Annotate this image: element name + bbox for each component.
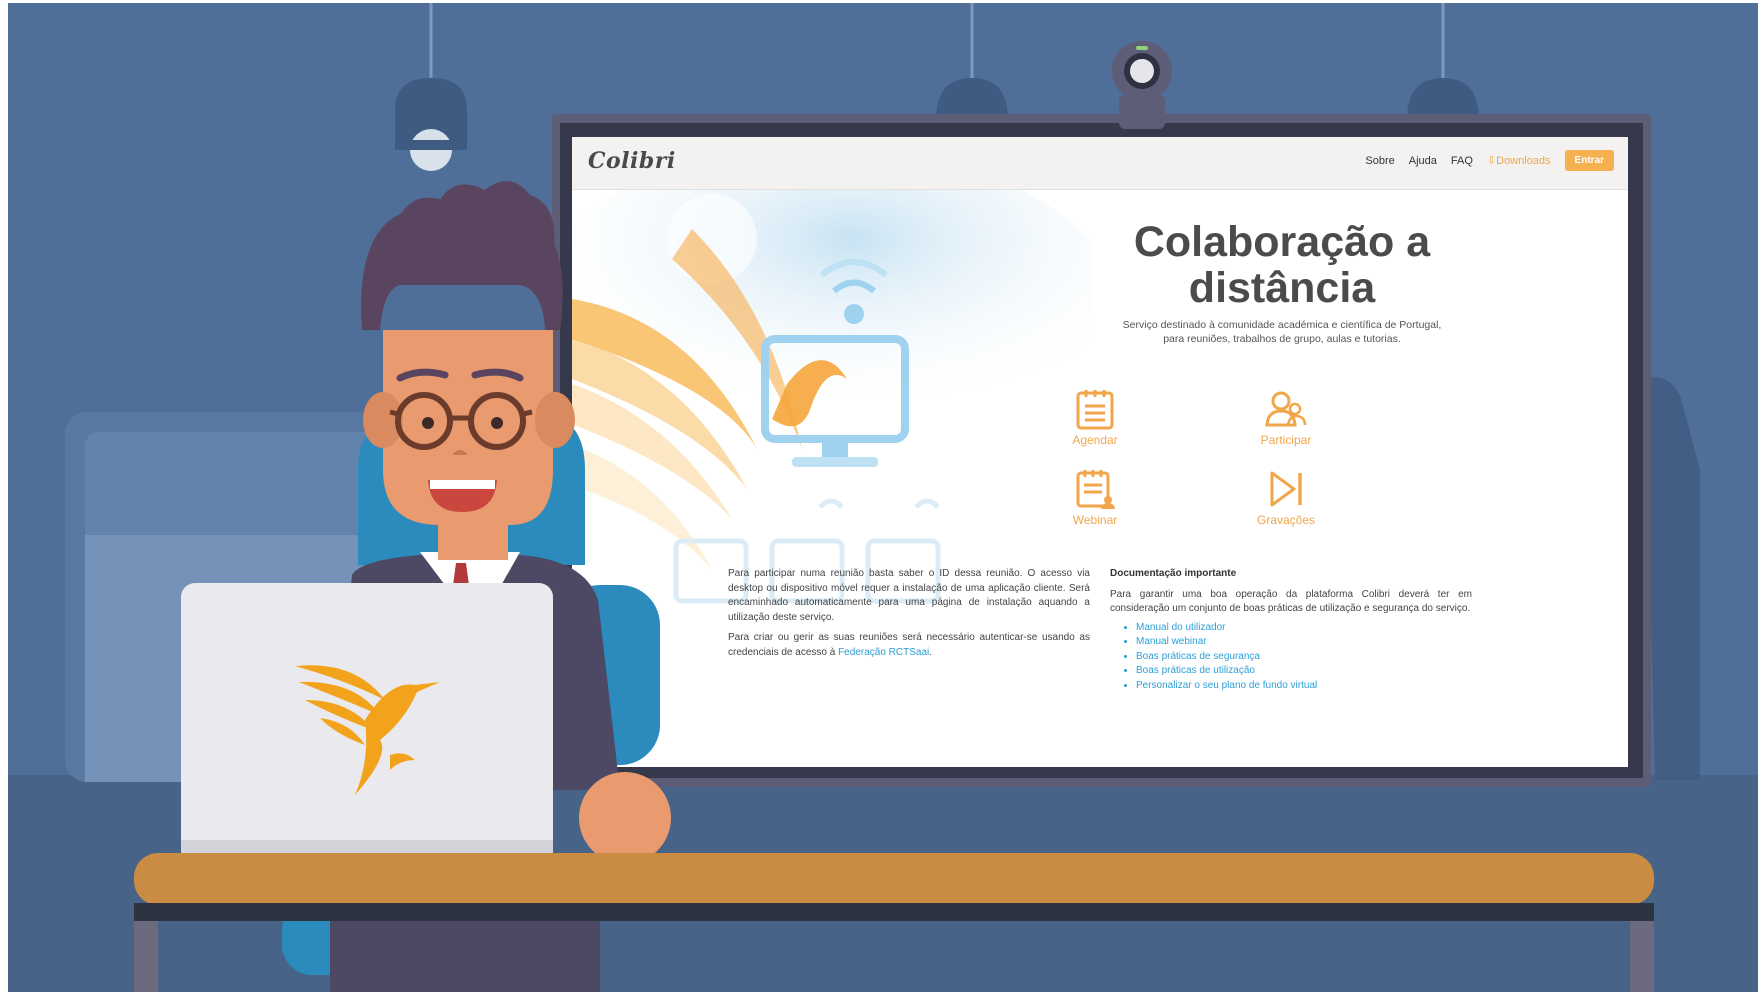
site-header: Colibri Sobre Ajuda FAQ ⇩Downloads Entra… bbox=[572, 137, 1628, 190]
calendar-icon bbox=[1076, 390, 1114, 430]
hero-title: Colaboração a distância bbox=[1112, 219, 1452, 311]
hero-title-line1: Colaboração a bbox=[1133, 218, 1431, 266]
website-screen: Colibri Sobre Ajuda FAQ ⇩Downloads Entra… bbox=[572, 137, 1628, 767]
floor bbox=[8, 775, 1758, 992]
site-nav: Sobre Ajuda FAQ ⇩Downloads Entrar bbox=[1365, 150, 1614, 171]
nav-link-sobre[interactable]: Sobre bbox=[1365, 155, 1394, 167]
doc-link-text[interactable]: Personalizar o seu plano de fundo virtua… bbox=[1136, 680, 1317, 691]
doc-link-boas-praticas-utilizacao[interactable]: Boas práticas de utilização bbox=[1136, 664, 1472, 679]
doc-link-text[interactable]: Manual do utilizador bbox=[1136, 622, 1226, 633]
doc-link-manual-webinar[interactable]: Manual webinar bbox=[1136, 635, 1472, 650]
hero-title-line2: distância bbox=[1188, 264, 1376, 312]
feature-agendar-label: Agendar bbox=[1072, 433, 1118, 447]
access-paragraph-1: Para participar numa reunião basta saber… bbox=[728, 568, 1090, 623]
documentation-section: Documentação importante Para garantir um… bbox=[1110, 567, 1472, 693]
documentation-intro: Para garantir uma boa operação da plataf… bbox=[1110, 588, 1472, 615]
downloads-label: Downloads bbox=[1496, 155, 1551, 167]
download-icon: ⇩ bbox=[1486, 155, 1497, 167]
participants-icon bbox=[1265, 391, 1307, 427]
webinar-icon bbox=[1076, 470, 1115, 509]
access-info: Para participar numa reunião basta saber… bbox=[728, 567, 1090, 666]
access-paragraph-2-end: . bbox=[929, 646, 933, 658]
feature-webinar-label: Webinar bbox=[1072, 513, 1118, 527]
feature-participar[interactable]: Participar bbox=[1231, 387, 1341, 447]
site-logo[interactable]: Colibri bbox=[588, 148, 676, 174]
nav-link-faq[interactable]: FAQ bbox=[1451, 155, 1473, 167]
doc-link-boas-praticas-seguranca[interactable]: Boas práticas de segurança bbox=[1136, 650, 1472, 665]
illustration-scene: Colibri Sobre Ajuda FAQ ⇩Downloads Entra… bbox=[0, 0, 1758, 992]
feature-participar-label: Participar bbox=[1260, 433, 1312, 447]
federacao-rctsaai-link[interactable]: Federação RCTSaai bbox=[838, 647, 929, 658]
nav-link-downloads[interactable]: ⇩Downloads bbox=[1487, 154, 1551, 167]
doc-link-text[interactable]: Boas práticas de utilização bbox=[1136, 665, 1255, 676]
doc-link-text[interactable]: Manual webinar bbox=[1136, 636, 1207, 647]
access-paragraph-2: Para criar ou gerir as suas reuniões ser… bbox=[728, 631, 1090, 660]
feature-gravacoes-label: Gravações bbox=[1256, 513, 1316, 527]
hero-subtitle: Serviço destinado à comunidade académica… bbox=[1122, 319, 1442, 345]
doc-link-manual-utilizador[interactable]: Manual do utilizador bbox=[1136, 621, 1472, 636]
feature-agendar[interactable]: Agendar bbox=[1040, 387, 1150, 447]
doc-link-plano-fundo-virtual[interactable]: Personalizar o seu plano de fundo virtua… bbox=[1136, 679, 1472, 694]
feature-gravacoes[interactable]: Gravações bbox=[1231, 467, 1341, 527]
doc-link-text[interactable]: Boas práticas de segurança bbox=[1136, 651, 1260, 662]
feature-webinar[interactable]: Webinar bbox=[1040, 467, 1150, 527]
play-recordings-icon bbox=[1270, 471, 1302, 507]
documentation-title: Documentação importante bbox=[1110, 568, 1237, 579]
nav-link-ajuda[interactable]: Ajuda bbox=[1409, 155, 1437, 167]
login-button[interactable]: Entrar bbox=[1564, 150, 1614, 171]
documentation-links: Manual do utilizador Manual webinar Boas… bbox=[1110, 621, 1472, 694]
